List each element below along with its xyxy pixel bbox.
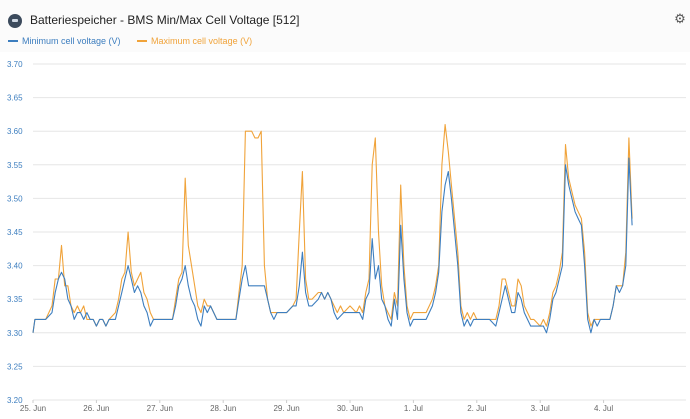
series-line-min <box>32 157 633 334</box>
x-tick-label: 27. Jun <box>147 404 173 413</box>
x-tick-label: 26. Jun <box>83 404 109 413</box>
y-tick-label: 3.55 <box>7 161 23 170</box>
chart-area: 3.20 3.25 3.30 3.35 3.40 3.45 3.50 3.55 3.60 3.65… <box>0 52 690 414</box>
gear-icon[interactable]: ⚙ <box>673 12 687 26</box>
y-tick-label: 3.35 <box>7 295 23 304</box>
series-line-max <box>32 123 633 333</box>
y-tick-label: 3.45 <box>7 228 23 237</box>
x-tick-label: 25. Jun <box>20 404 46 413</box>
chart-header: Batteriespeicher - BMS Min/Max Cell Volt… <box>0 0 690 52</box>
x-tick-label: 1. Jul <box>404 404 423 413</box>
legend-swatch-max <box>137 40 148 42</box>
y-tick-label: 3.60 <box>7 127 23 136</box>
line-chart: 3.203.253.303.353.403.453.503.553.603.65… <box>7 60 686 413</box>
y-tick-label: 3.30 <box>7 329 23 338</box>
x-tick-label: 3. Jul <box>531 404 550 413</box>
x-tick-label: 28. Jun <box>210 404 236 413</box>
legend-item-min[interactable]: Minimum cell voltage (V) <box>8 36 121 46</box>
x-tick-label: 30. Jun <box>337 404 363 413</box>
y-tick-label: 3.70 <box>7 60 23 69</box>
legend-label-min: Minimum cell voltage (V) <box>22 36 121 46</box>
x-tick-label: 4. Jul <box>594 404 613 413</box>
legend-swatch-min <box>8 40 18 42</box>
chart-legend: Minimum cell voltage (V) Maximum cell vo… <box>8 34 266 46</box>
chart-title: Batteriespeicher - BMS Min/Max Cell Volt… <box>30 13 300 27</box>
y-tick-label: 3.40 <box>7 262 23 271</box>
y-tick-label: 3.65 <box>7 94 23 103</box>
y-tick-label: 3.25 <box>7 362 23 371</box>
y-tick-label: 3.50 <box>7 194 23 203</box>
battery-icon <box>8 14 22 28</box>
x-tick-label: 29. Jun <box>273 404 299 413</box>
legend-label-max: Maximum cell voltage (V) <box>151 36 253 46</box>
legend-item-max[interactable]: Maximum cell voltage (V) <box>137 36 252 46</box>
x-tick-label: 2. Jul <box>467 404 486 413</box>
